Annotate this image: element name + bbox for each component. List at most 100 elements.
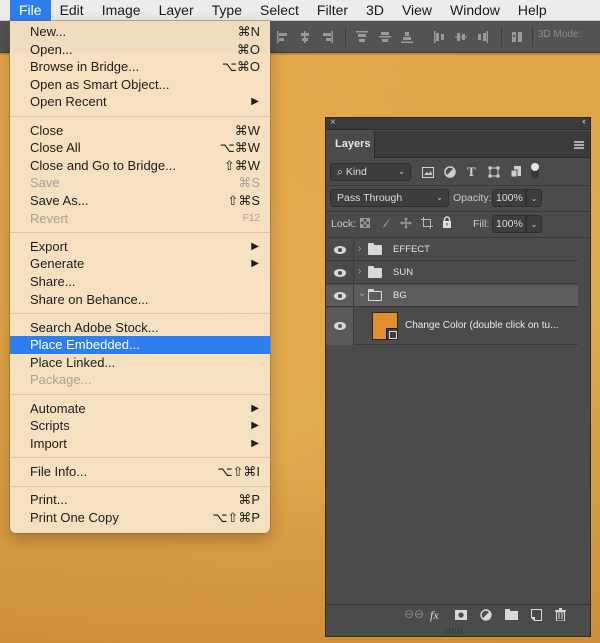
chevron-down-icon: ⌄: [398, 167, 405, 176]
distribute-right-icon[interactable]: [476, 30, 490, 44]
shape-layer-filter-icon[interactable]: [488, 166, 500, 178]
menu-item-close-all[interactable]: Close All ⌥⌘W: [10, 139, 270, 157]
link-layers-icon[interactable]: ⊖⊖: [404, 607, 424, 621]
align-left-icon[interactable]: [276, 30, 290, 44]
layer-row-sun[interactable]: › SUN: [326, 262, 578, 284]
filter-toggle[interactable]: [531, 163, 539, 179]
distribute-horizontal-center-icon[interactable]: [454, 30, 468, 44]
menu-item-new[interactable]: New... ⌘N: [10, 23, 270, 41]
new-group-icon[interactable]: [505, 609, 518, 620]
menu-item-close[interactable]: Close ⌘W: [10, 122, 270, 140]
tab-layers[interactable]: Layers: [326, 131, 375, 159]
submenu-arrow-icon: ▶: [251, 96, 259, 108]
filter-kind-select[interactable]: ⌕ Kind ⌄: [330, 163, 411, 181]
auto-align-icon[interactable]: [510, 30, 524, 44]
menu-item-label: Print...: [30, 492, 68, 508]
close-icon[interactable]: ×: [330, 117, 336, 128]
distribute-vertical-center-icon[interactable]: [378, 30, 392, 44]
new-layer-icon[interactable]: [531, 609, 542, 621]
lock-image-pixels-icon[interactable]: [381, 217, 391, 229]
menu-window[interactable]: Window: [441, 0, 509, 21]
menu-item-scripts[interactable]: Scripts ▶: [10, 417, 270, 435]
menu-item-print[interactable]: Print... ⌘P: [10, 491, 270, 509]
chevron-right-icon[interactable]: ›: [358, 266, 361, 277]
chevron-down-icon[interactable]: ⌄: [358, 288, 366, 299]
panel-menu-icon[interactable]: [574, 141, 584, 149]
menu-item-file-info[interactable]: File Info... ⌥⇧⌘I: [10, 463, 270, 481]
search-icon: ⌕: [337, 166, 343, 178]
collapse-icon[interactable]: ‹‹: [582, 116, 586, 126]
menu-help[interactable]: Help: [509, 0, 556, 21]
menu-item-import[interactable]: Import ▶: [10, 435, 270, 453]
menu-item-label: Open Recent: [30, 94, 107, 110]
menu-item-place-embedded[interactable]: Place Embedded...: [10, 336, 270, 354]
fill-input[interactable]: 100%: [492, 215, 526, 233]
opacity-input[interactable]: 100%: [492, 189, 526, 207]
lock-position-icon[interactable]: [400, 217, 412, 229]
menu-view[interactable]: View: [393, 0, 441, 21]
menu-item-automate[interactable]: Automate ▶: [10, 400, 270, 418]
menu-item-close-and-go-to-bridge[interactable]: Close and Go to Bridge... ⇧⌘W: [10, 157, 270, 175]
menu-item-open-recent[interactable]: Open Recent ▶: [10, 93, 270, 111]
menu-filter[interactable]: Filter: [308, 0, 357, 21]
menu-type[interactable]: Type: [203, 0, 251, 21]
menu-item-label: Generate: [30, 256, 85, 272]
menu-image[interactable]: Image: [93, 0, 150, 21]
menu-file[interactable]: File: [10, 0, 51, 21]
layer-row-effect[interactable]: › EFFECT: [326, 239, 578, 261]
menu-item-share-on-behance[interactable]: Share on Behance...: [10, 291, 270, 309]
menu-item-label: Package...: [30, 372, 92, 388]
adjustment-layer-filter-icon[interactable]: [444, 166, 456, 178]
menu-item-open[interactable]: Open... ⌘O: [10, 41, 270, 59]
panel-tab-row: Layers: [326, 131, 590, 159]
menu-item-generate[interactable]: Generate ▶: [10, 255, 270, 273]
folder-icon: [368, 266, 382, 278]
visibility-toggle[interactable]: [326, 262, 354, 284]
resize-grip[interactable]: [446, 628, 464, 634]
add-mask-icon[interactable]: [455, 610, 467, 620]
menu-item-label: Revert: [30, 210, 69, 226]
menu-item-open-as-smart-object[interactable]: Open as Smart Object...: [10, 76, 270, 94]
menu-item-shortcut: ⌘N: [237, 24, 260, 39]
menu-item-label: Scripts: [30, 418, 70, 434]
visibility-toggle[interactable]: [326, 285, 354, 307]
pixel-layer-filter-icon[interactable]: [422, 167, 434, 178]
menu-item-place-linked[interactable]: Place Linked...: [10, 354, 270, 372]
lock-transparent-pixels-icon[interactable]: [360, 218, 370, 228]
menu-select[interactable]: Select: [251, 0, 308, 21]
layer-row-change-color[interactable]: Change Color (double click on tu...: [326, 308, 578, 345]
menu-item-share[interactable]: Share...: [10, 273, 270, 291]
distribute-bottom-icon[interactable]: [400, 30, 414, 44]
folder-icon: [368, 243, 382, 255]
type-layer-filter-icon[interactable]: T: [467, 164, 476, 180]
menu-item-save-as[interactable]: Save As... ⇧⌘S: [10, 192, 270, 210]
menu-layer[interactable]: Layer: [150, 0, 203, 21]
smart-object-filter-icon[interactable]: [510, 165, 522, 178]
menu-separator: [10, 115, 270, 117]
panel-title-bar[interactable]: × ‹‹: [326, 116, 590, 130]
menu-item-print-one-copy[interactable]: Print One Copy ⌥⇧⌘P: [10, 509, 270, 527]
menu-item-label: Save: [30, 175, 60, 191]
lock-all-icon[interactable]: [442, 216, 452, 228]
menu-3d[interactable]: 3D: [357, 0, 393, 21]
fill-dropdown-button[interactable]: ⌄: [526, 215, 542, 233]
blend-mode-value: Pass Through: [337, 192, 403, 204]
menu-item-search-adobe-stock[interactable]: Search Adobe Stock...: [10, 319, 270, 337]
distribute-left-icon[interactable]: [432, 30, 446, 44]
blend-mode-select[interactable]: Pass Through ⌄: [330, 189, 449, 207]
align-horizontal-center-icon[interactable]: [298, 30, 312, 44]
layer-row-bg[interactable]: ⌄ BG: [326, 285, 578, 307]
visibility-toggle[interactable]: [326, 308, 354, 345]
lock-artboard-icon[interactable]: [421, 217, 433, 229]
menu-item-export[interactable]: Export ▶: [10, 238, 270, 256]
distribute-top-icon[interactable]: [355, 30, 369, 44]
fx-icon[interactable]: fx: [430, 608, 439, 623]
visibility-toggle[interactable]: [326, 239, 354, 261]
opacity-dropdown-button[interactable]: ⌄: [526, 189, 542, 207]
align-right-icon[interactable]: [320, 30, 334, 44]
new-adjustment-layer-icon[interactable]: [480, 609, 492, 621]
trash-icon[interactable]: [555, 608, 566, 621]
chevron-right-icon[interactable]: ›: [358, 243, 361, 254]
menu-item-browse-in-bridge[interactable]: Browse in Bridge... ⌥⌘O: [10, 58, 270, 76]
menu-edit[interactable]: Edit: [51, 0, 93, 21]
